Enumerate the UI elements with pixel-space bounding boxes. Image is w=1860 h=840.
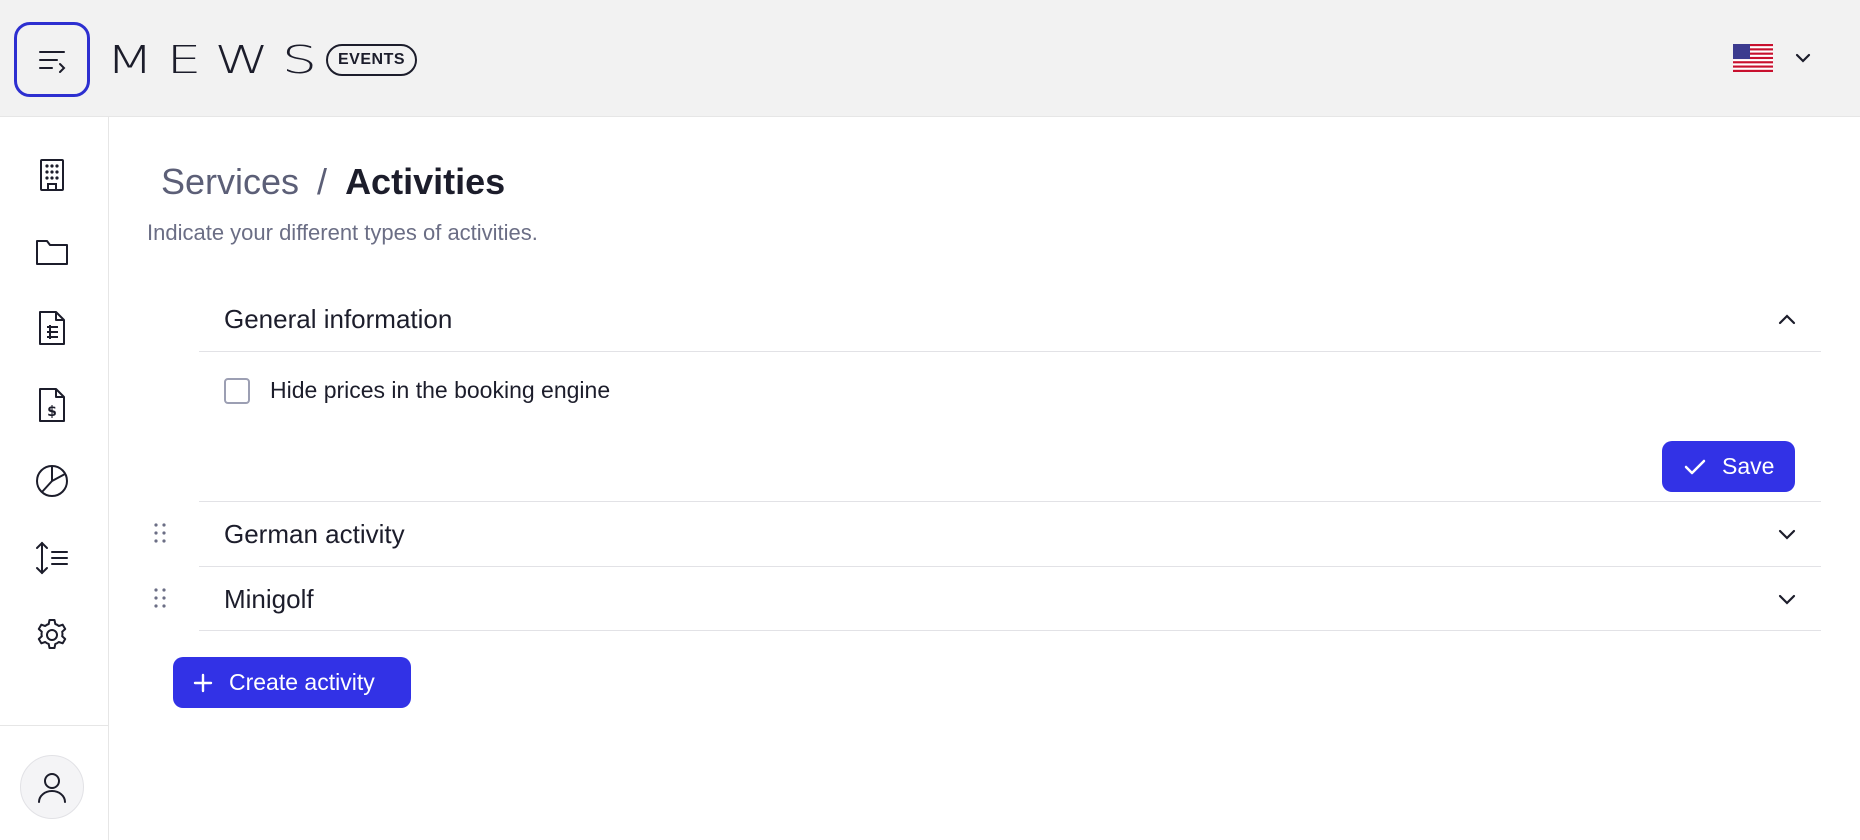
sidebar-item-settings[interactable]	[24, 607, 80, 663]
sort-list-icon	[36, 541, 68, 575]
chevron-down-icon	[1795, 53, 1811, 63]
user-avatar[interactable]	[20, 755, 84, 819]
create-activity-button[interactable]: Create activity	[173, 657, 411, 708]
hide-prices-option: Hide prices in the booking engine	[224, 377, 610, 404]
user-icon	[38, 773, 66, 803]
activity-title: German activity	[224, 518, 405, 549]
gear-icon	[37, 619, 67, 649]
chevron-down-icon	[1778, 594, 1796, 605]
sidebar-item-properties[interactable]	[24, 147, 80, 203]
activity-title: Minigolf	[224, 583, 314, 614]
activity-header-german[interactable]: German activity	[199, 502, 1821, 566]
logo-wordmark: MEWS	[106, 38, 331, 82]
section-title: General information	[224, 303, 453, 334]
page-title: Activities	[345, 161, 506, 202]
activity-header-minigolf[interactable]: Minigolf	[199, 567, 1821, 631]
hide-prices-checkbox[interactable]	[224, 377, 250, 404]
menu-toggle-button[interactable]	[14, 22, 90, 97]
invoice-dollar-icon: $	[39, 388, 65, 422]
svg-text:$: $	[47, 404, 57, 420]
hide-prices-label[interactable]: Hide prices in the booking engine	[270, 377, 610, 404]
sidebar: $	[0, 117, 109, 840]
plus-icon	[193, 673, 213, 692]
mews-logo: MEWS EVENTS	[106, 38, 418, 82]
sidebar-item-reports[interactable]	[24, 453, 80, 509]
sidebar-item-sorting[interactable]	[24, 530, 80, 586]
pie-chart-icon	[36, 465, 68, 497]
sidebar-item-invoices[interactable]: $	[24, 377, 80, 433]
top-bar: MEWS EVENTS	[0, 0, 1860, 117]
folder-icon	[36, 240, 68, 265]
save-button[interactable]: Save	[1662, 441, 1795, 492]
activity-row: German activity	[154, 502, 1821, 567]
document-list-icon	[39, 311, 65, 345]
sidebar-item-documents[interactable]	[24, 300, 80, 356]
main-content: Services / Activities Indicate your diff…	[109, 117, 1860, 840]
breadcrumb: Services / Activities	[161, 161, 505, 203]
section-divider	[199, 351, 1821, 352]
drag-handle-icon[interactable]	[153, 522, 167, 544]
building-icon	[40, 159, 64, 191]
breadcrumb-separator: /	[317, 161, 328, 202]
general-information-header[interactable]: General information	[199, 287, 1821, 351]
sidebar-divider	[0, 725, 109, 726]
us-flag-icon	[1733, 44, 1773, 72]
chevron-down-icon	[1778, 529, 1796, 540]
create-activity-label: Create activity	[229, 669, 375, 695]
breadcrumb-services[interactable]: Services	[161, 161, 299, 203]
page-subtitle: Indicate your different types of activit…	[147, 220, 538, 245]
drag-handle-icon[interactable]	[153, 587, 167, 609]
general-information-section: General information Hide prices in the b…	[199, 287, 1821, 502]
check-icon	[1684, 459, 1706, 474]
menu-collapse-icon	[39, 50, 66, 73]
sidebar-item-folders[interactable]	[24, 223, 80, 279]
activity-row: Minigolf	[154, 567, 1821, 631]
save-label: Save	[1722, 453, 1775, 479]
chevron-up-icon	[1778, 313, 1796, 324]
language-selector[interactable]	[1733, 44, 1811, 72]
